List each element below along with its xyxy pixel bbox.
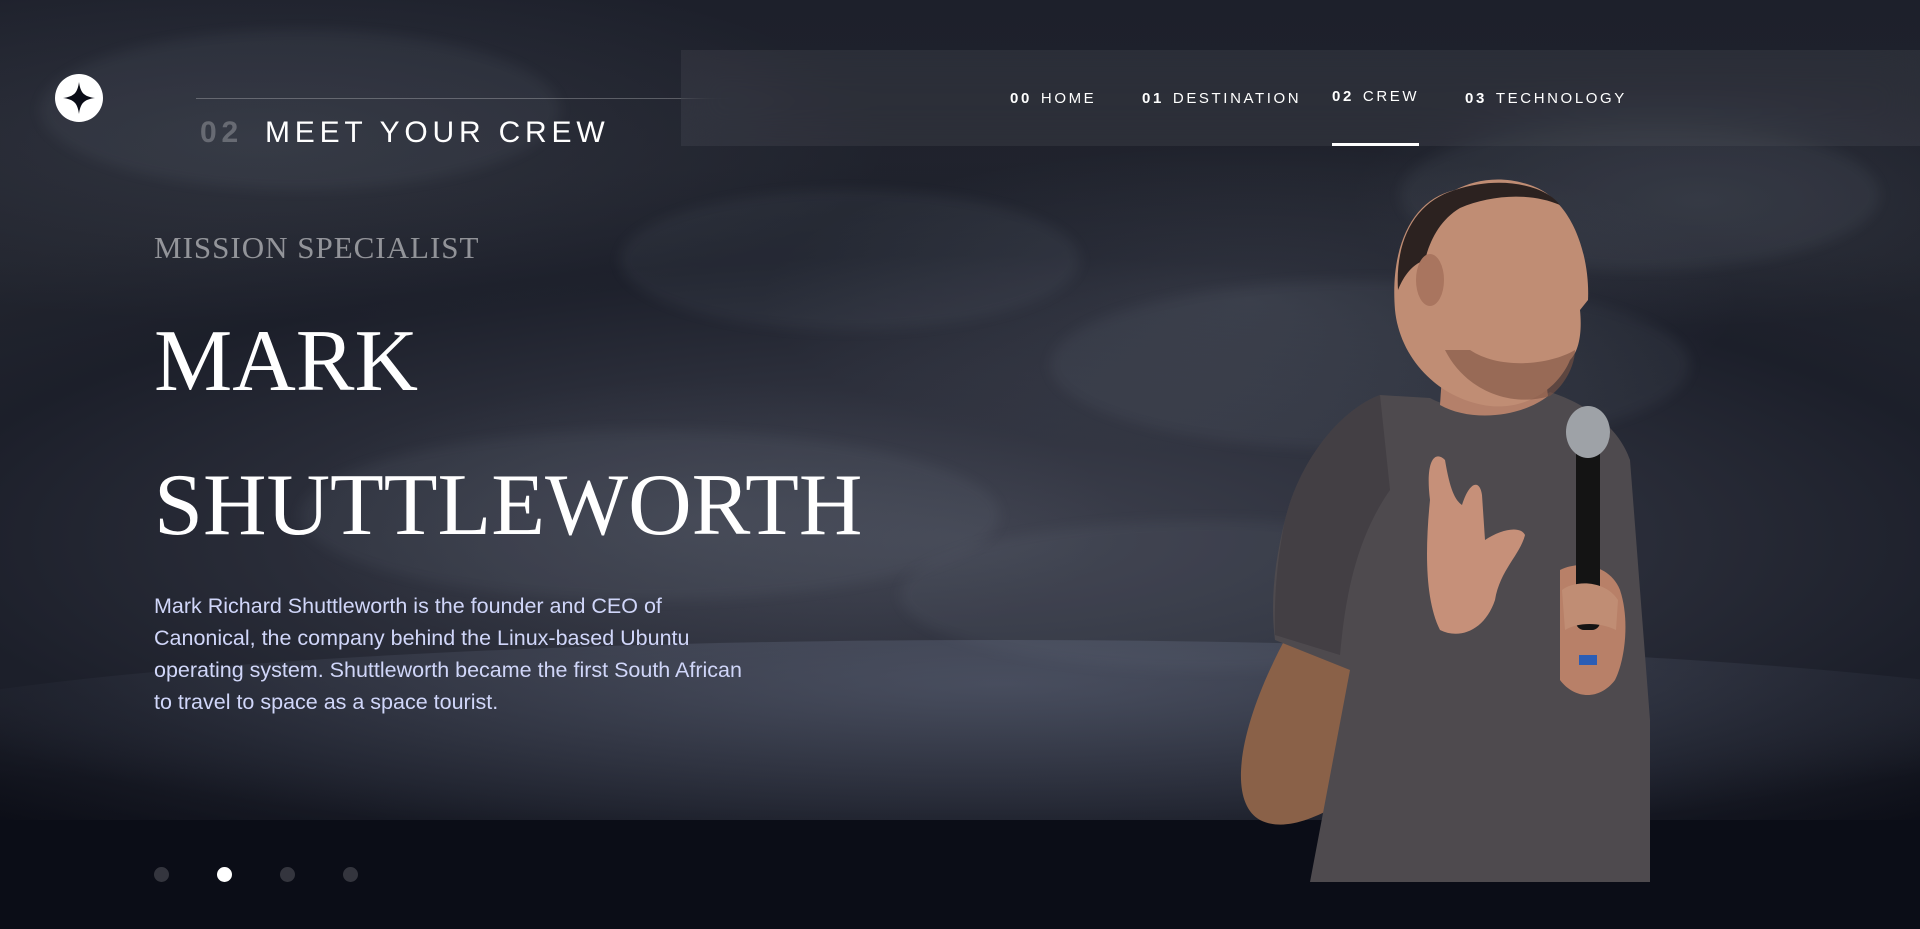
nav-item-label: Destination <box>1172 89 1302 107</box>
nav-item-label: Technology <box>1495 89 1627 107</box>
page-title-text: Meet your crew <box>264 116 610 149</box>
crew-name-last: Shuttleworth <box>154 457 863 554</box>
nav-item-number: 02 <box>1332 88 1354 105</box>
pager-dot[interactable] <box>343 867 358 882</box>
crew-bio: Mark Richard Shuttleworth is the founder… <box>154 594 742 714</box>
crew-portrait <box>1240 179 1650 882</box>
nav-item-technology[interactable]: 03 Technology <box>1465 50 1627 146</box>
page-title-number: 02 <box>200 116 243 149</box>
crew-pager <box>154 867 358 882</box>
crew-name-first: Mark <box>154 313 419 410</box>
logo[interactable] <box>55 74 103 122</box>
nav-item-label: Home <box>1040 89 1097 107</box>
crew-role: Mission Specialist <box>154 230 480 265</box>
nav-item-number: 01 <box>1142 89 1164 107</box>
nav-item-crew[interactable]: 02 Crew <box>1332 50 1420 146</box>
primary-nav: 00 Home 01 Destination 02 Crew 03 Techno… <box>681 50 1920 146</box>
nav-item-number: 03 <box>1465 89 1487 107</box>
nav-item-destination[interactable]: 01 Destination <box>1142 50 1301 146</box>
nav-item-label: Crew <box>1362 88 1420 105</box>
nav-item-number: 00 <box>1010 89 1032 107</box>
nav-item-home[interactable]: 00 Home <box>1010 50 1096 146</box>
pager-dot-active[interactable] <box>217 867 232 882</box>
pager-dot[interactable] <box>154 867 169 882</box>
star-logo-icon <box>55 74 103 122</box>
page-title: 02 Meet your crew <box>200 116 609 150</box>
pager-dot[interactable] <box>280 867 295 882</box>
crew-name: Mark Shuttleworth <box>154 290 954 578</box>
